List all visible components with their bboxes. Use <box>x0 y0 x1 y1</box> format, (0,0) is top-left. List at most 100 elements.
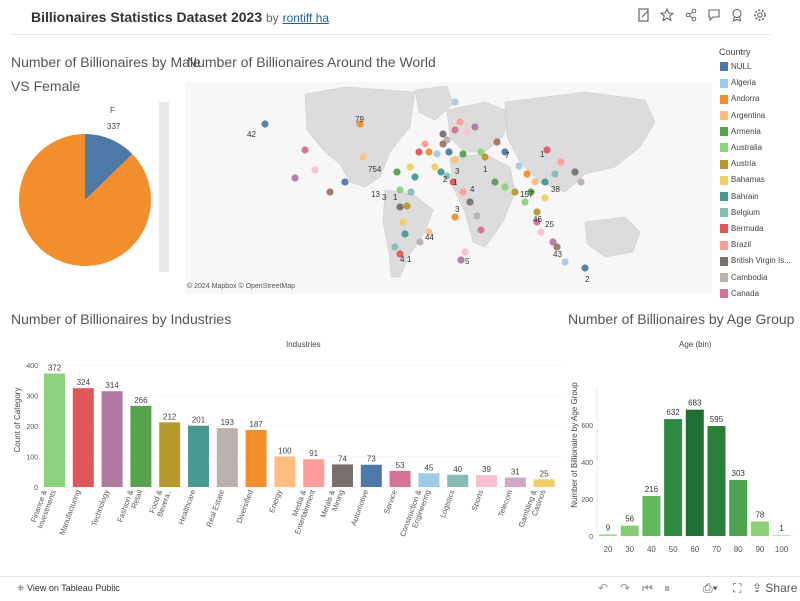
age-bar[interactable] <box>685 409 704 536</box>
map-bubble[interactable] <box>451 98 459 106</box>
map-bubble[interactable] <box>401 230 409 238</box>
map-bubble[interactable] <box>463 128 471 136</box>
star-icon[interactable] <box>659 7 675 24</box>
map-bubble[interactable] <box>537 228 545 236</box>
map-bubble[interactable] <box>511 188 519 196</box>
gender-pie-chart[interactable] <box>10 100 160 300</box>
map-bubble[interactable] <box>477 226 485 234</box>
industries-bar[interactable] <box>303 459 325 487</box>
legend-item[interactable]: Bermuda <box>720 224 763 236</box>
map-bubble[interactable] <box>561 258 569 266</box>
redo-icon[interactable]: ↷ <box>620 581 630 595</box>
map-bubble[interactable] <box>541 194 549 202</box>
map-bubble[interactable] <box>341 178 349 186</box>
badge-icon[interactable] <box>729 8 745 24</box>
map-bubble[interactable] <box>406 163 414 171</box>
industries-bar[interactable] <box>72 388 94 487</box>
map-bubble[interactable] <box>403 202 411 210</box>
industries-bar[interactable] <box>101 391 123 487</box>
map-bubble[interactable] <box>416 238 424 246</box>
map-bubble[interactable] <box>521 198 529 206</box>
industries-bar[interactable] <box>447 474 469 487</box>
legend-item[interactable]: Brazil <box>720 240 751 252</box>
map-bubble[interactable] <box>311 166 319 174</box>
industries-bar[interactable] <box>533 479 555 487</box>
map-bubble[interactable] <box>391 243 399 251</box>
map-bubble[interactable] <box>473 212 481 220</box>
legend-item[interactable]: Argentina <box>720 111 765 123</box>
legend-item[interactable]: Andorra <box>720 94 759 106</box>
map-bubble[interactable] <box>577 178 585 186</box>
comment-icon[interactable] <box>706 8 722 24</box>
industries-bar[interactable] <box>360 464 382 487</box>
industries-bar[interactable] <box>504 477 526 487</box>
pause-icon[interactable]: ⏸ <box>664 581 670 596</box>
map-bubble[interactable] <box>291 174 299 182</box>
industries-bar[interactable] <box>188 425 209 487</box>
age-bar[interactable] <box>729 479 748 536</box>
author-link[interactable]: rontiff ha <box>283 11 329 25</box>
legend-item[interactable]: Belgium <box>720 208 760 220</box>
revert-icon[interactable]: ⏮ <box>642 581 653 596</box>
map-bubble[interactable] <box>581 264 589 272</box>
map-bubble[interactable] <box>493 138 501 146</box>
pie-scrollbar[interactable] <box>159 102 169 272</box>
map-bubble[interactable] <box>457 256 465 264</box>
map-bubble[interactable] <box>445 148 453 156</box>
map-bubble[interactable] <box>301 146 309 154</box>
legend-item[interactable]: Bahamas <box>720 175 765 187</box>
map-bubble[interactable] <box>456 118 464 126</box>
map-bubble[interactable] <box>501 183 509 191</box>
map-bubble[interactable] <box>261 120 269 128</box>
map-bubble[interactable] <box>415 148 423 156</box>
industries-bar[interactable] <box>476 475 497 487</box>
industries-bar[interactable] <box>216 428 238 487</box>
map-bubble[interactable] <box>439 140 447 148</box>
age-bar[interactable] <box>772 535 791 536</box>
map-bubble[interactable] <box>431 163 439 171</box>
map-bubble[interactable] <box>451 213 459 221</box>
map-bubble[interactable] <box>396 186 404 194</box>
edit-icon[interactable] <box>636 8 652 24</box>
industries-bar[interactable] <box>332 464 353 487</box>
legend-item[interactable]: Bahrain <box>720 192 759 204</box>
industries-bar[interactable] <box>159 422 181 487</box>
age-bar-chart[interactable]: Number of Billionaire by Age Group 0 200 4… <box>565 350 800 560</box>
industries-bar[interactable] <box>130 405 152 487</box>
age-bar[interactable] <box>620 525 639 536</box>
share-footer-button[interactable]: ⇪ Share <box>752 581 797 595</box>
map-bubble[interactable] <box>396 203 404 211</box>
age-bar[interactable] <box>599 534 617 536</box>
view-on-tableau-link[interactable]: ⁜ View on Tableau Public <box>17 583 120 594</box>
map-bubble[interactable] <box>571 168 579 176</box>
map-bubble[interactable] <box>411 173 419 181</box>
industries-bar[interactable] <box>274 456 296 488</box>
legend-item[interactable]: British Virgin Is... <box>720 256 791 268</box>
map-bubble[interactable] <box>359 153 367 161</box>
age-bar[interactable] <box>750 521 769 536</box>
age-bar[interactable] <box>642 496 661 536</box>
map-bubble[interactable] <box>541 178 549 186</box>
map-bubble[interactable] <box>515 162 523 170</box>
legend-item[interactable]: Armenia <box>720 127 761 139</box>
industries-bar[interactable] <box>245 429 267 487</box>
map-bubble[interactable] <box>393 168 401 176</box>
map-bubble[interactable] <box>326 188 334 196</box>
download-icon[interactable]: ⎙▾ <box>703 581 718 596</box>
map-bubble[interactable] <box>439 130 447 138</box>
map-bubble[interactable] <box>481 153 489 161</box>
fullscreen-icon[interactable]: ⛶ <box>733 581 741 596</box>
map-bubble[interactable] <box>433 150 441 158</box>
industries-bar[interactable] <box>418 473 440 487</box>
undo-icon[interactable]: ↶ <box>598 581 608 595</box>
gear-icon[interactable] <box>752 8 768 24</box>
map-bubble[interactable] <box>531 178 539 186</box>
industries-bar[interactable] <box>44 373 65 487</box>
map-bubble[interactable] <box>551 170 559 178</box>
industries-bar-chart[interactable]: Count of Category 0100200300400 372Financ… <box>0 350 565 576</box>
share-icon[interactable] <box>683 8 699 24</box>
legend-item[interactable]: Australia <box>720 143 762 155</box>
map-bubble[interactable] <box>407 188 415 196</box>
map-bubble[interactable] <box>451 126 459 134</box>
age-bar[interactable] <box>707 425 726 536</box>
